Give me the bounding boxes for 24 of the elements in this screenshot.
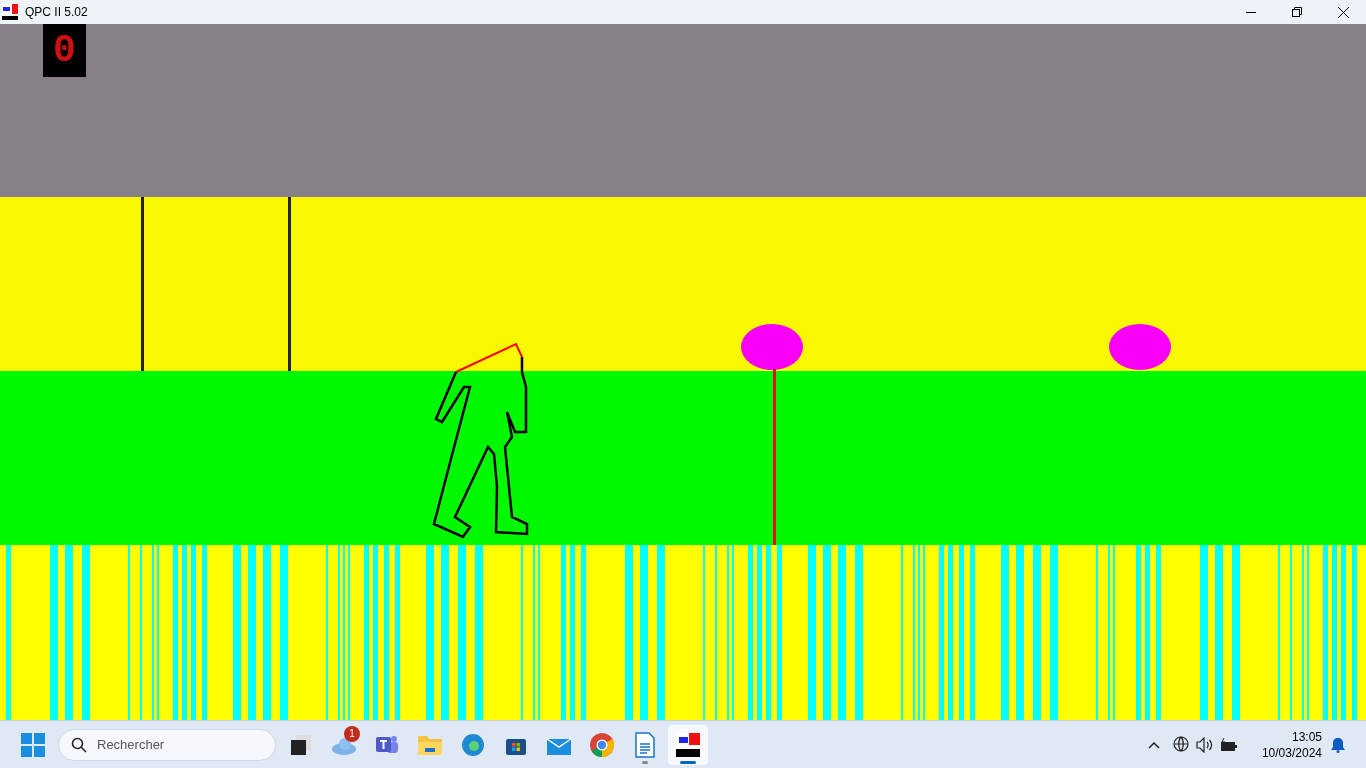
browser-icon [460, 731, 486, 758]
globe-icon[interactable] [1172, 736, 1190, 753]
search-icon [71, 736, 87, 753]
windows-logo-icon [21, 732, 45, 757]
speaker-icon[interactable] [1195, 736, 1214, 753]
taskbar-app-button[interactable] [668, 724, 708, 765]
close-icon [1337, 6, 1349, 18]
notification-badge: 1 [344, 725, 360, 742]
score-display: 0 [43, 24, 86, 77]
search-field[interactable]: Rechercher [58, 728, 276, 761]
chrome-icon [589, 731, 615, 758]
clock-date[interactable]: 10/03/2024 [1261, 744, 1322, 761]
document-icon [634, 731, 656, 758]
battery-icon[interactable] [1219, 737, 1238, 752]
app-logo-icon [2, 4, 18, 20]
chevron-up-icon[interactable] [1147, 740, 1160, 749]
bell-icon[interactable] [1330, 736, 1346, 753]
taskbar-app-button[interactable]: 1 [324, 724, 364, 765]
minimize-icon [1246, 11, 1256, 13]
restore-icon [1292, 7, 1302, 17]
window-title: QPC II 5.02 [25, 4, 88, 21]
start-button[interactable] [20, 731, 46, 758]
clock-time[interactable]: 13:05 [1291, 728, 1322, 745]
emulator-icon [675, 731, 701, 758]
